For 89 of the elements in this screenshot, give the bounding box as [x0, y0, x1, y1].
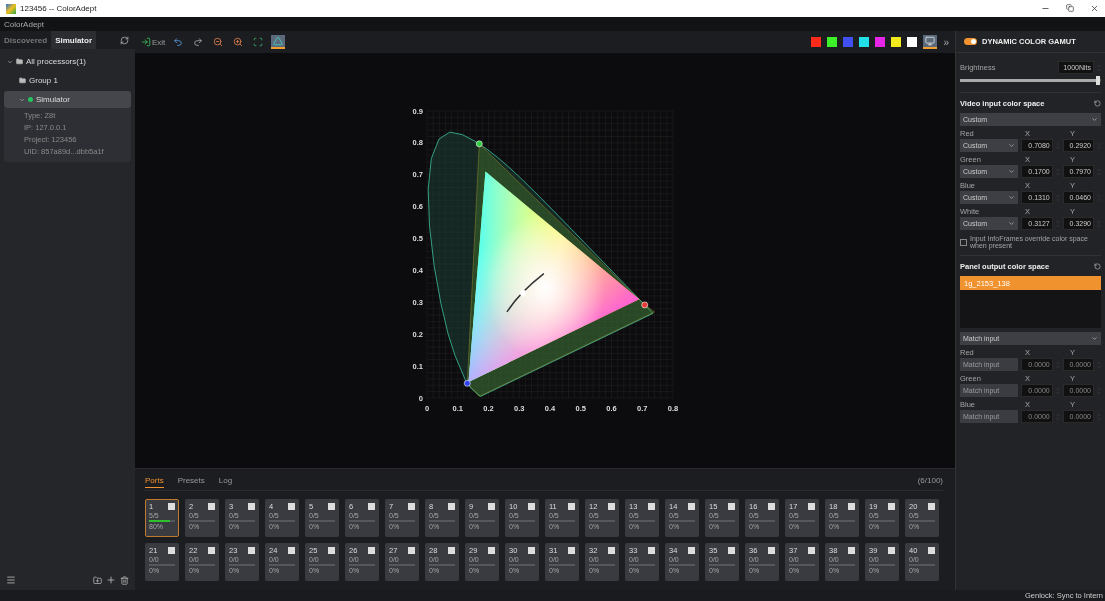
port-checkbox[interactable] — [488, 503, 495, 510]
data-point[interactable] — [641, 301, 648, 309]
port-checkbox[interactable] — [928, 503, 935, 510]
toggle-switch[interactable] — [964, 38, 977, 45]
window-title: 123456 -- ColorAdept — [20, 4, 97, 13]
port-checkbox[interactable] — [288, 547, 295, 554]
port-checkbox[interactable] — [248, 503, 255, 510]
port-checkbox[interactable] — [408, 503, 415, 510]
port-checkbox[interactable] — [368, 503, 375, 510]
port-checkbox[interactable] — [208, 503, 215, 510]
port-checkbox[interactable] — [528, 503, 535, 510]
port-checkbox[interactable] — [368, 547, 375, 554]
port-checkbox[interactable] — [568, 503, 575, 510]
triangle-icon[interactable] — [271, 35, 286, 49]
port-checkbox[interactable] — [688, 503, 695, 510]
tree-item[interactable]: Simulator — [4, 91, 131, 108]
panel-tab[interactable]: Ports — [145, 473, 164, 488]
menu-icon[interactable] — [6, 575, 16, 585]
port-checkbox[interactable] — [328, 503, 335, 510]
port-checkbox[interactable] — [648, 503, 655, 510]
chevron-icon — [1008, 220, 1016, 227]
color-swatch[interactable] — [811, 37, 822, 47]
tree-item[interactable]: Group 1 — [4, 72, 131, 89]
app-icon — [6, 3, 16, 14]
color-swatch[interactable] — [891, 37, 902, 47]
more-icon[interactable]: » — [943, 36, 949, 48]
trash-icon[interactable] — [120, 575, 129, 585]
monitor-icon[interactable] — [923, 35, 938, 49]
port-checkbox[interactable] — [568, 547, 575, 554]
chevron-icon — [7, 58, 13, 65]
port-checkbox[interactable] — [608, 503, 615, 510]
port-checkbox[interactable] — [888, 503, 895, 510]
chevron-icon — [19, 96, 25, 103]
slider-thumb[interactable] — [1096, 76, 1101, 85]
folder-icon — [16, 58, 23, 65]
override-checkbox[interactable] — [960, 238, 967, 246]
color-swatch[interactable] — [907, 37, 918, 47]
chevron-icon — [1008, 168, 1016, 175]
chevron-icon — [1008, 194, 1016, 201]
folder-icon — [19, 77, 26, 84]
port-checkbox[interactable] — [328, 547, 335, 554]
port-checkbox[interactable] — [808, 547, 815, 554]
data-point[interactable] — [463, 380, 471, 387]
restore-icon[interactable] — [1066, 4, 1074, 12]
port-checkbox[interactable] — [848, 547, 855, 554]
port-checkbox[interactable] — [448, 503, 455, 510]
sidebar-tab[interactable]: Discovered — [0, 31, 52, 49]
port-checkbox[interactable] — [448, 547, 455, 554]
data-point[interactable] — [475, 140, 483, 148]
port-checkbox[interactable] — [768, 503, 775, 510]
port-checkbox[interactable] — [208, 547, 215, 554]
chevron-icon — [1008, 142, 1016, 149]
port-checkbox[interactable] — [728, 547, 735, 554]
port-checkbox[interactable] — [808, 503, 815, 510]
panel-tab[interactable]: Log — [218, 473, 233, 488]
port-checkbox[interactable] — [888, 547, 895, 554]
chevron-icon — [1091, 116, 1098, 123]
sidebar-tab[interactable]: Simulator — [51, 31, 97, 49]
port-checkbox[interactable] — [168, 503, 175, 510]
port-checkbox[interactable] — [168, 547, 175, 554]
port-checkbox[interactable] — [528, 547, 535, 554]
port-count: (6/100) — [917, 476, 943, 485]
port-checkbox[interactable] — [848, 503, 855, 510]
panel-tab[interactable]: Presets — [177, 473, 205, 488]
port-checkbox[interactable] — [768, 547, 775, 554]
tree-item[interactable]: All processors(1) — [4, 53, 131, 70]
data-point[interactable] — [519, 289, 527, 297]
port-checkbox[interactable] — [608, 547, 615, 554]
reset-icon[interactable] — [1094, 263, 1101, 270]
port-checkbox[interactable] — [288, 503, 295, 510]
add-icon[interactable] — [106, 575, 116, 585]
color-swatch[interactable] — [875, 37, 886, 47]
port-checkbox[interactable] — [728, 503, 735, 510]
exit-button[interactable]: Exit — [141, 37, 166, 47]
port-checkbox[interactable] — [408, 547, 415, 554]
port-checkbox[interactable] — [248, 547, 255, 554]
color-swatch[interactable] — [843, 37, 854, 47]
refresh-icon[interactable] — [120, 35, 129, 45]
port-checkbox[interactable] — [488, 547, 495, 554]
color-swatch[interactable] — [859, 37, 870, 47]
app-name: ColorAdept — [4, 19, 45, 29]
chevron-icon — [1091, 335, 1098, 342]
port-checkbox[interactable] — [688, 547, 695, 554]
port-checkbox[interactable] — [648, 547, 655, 554]
reset-icon[interactable] — [1094, 100, 1101, 107]
color-swatch[interactable] — [827, 37, 838, 47]
new-folder-icon[interactable] — [93, 575, 102, 585]
close-icon[interactable] — [1090, 4, 1099, 13]
port-checkbox[interactable] — [928, 547, 935, 554]
